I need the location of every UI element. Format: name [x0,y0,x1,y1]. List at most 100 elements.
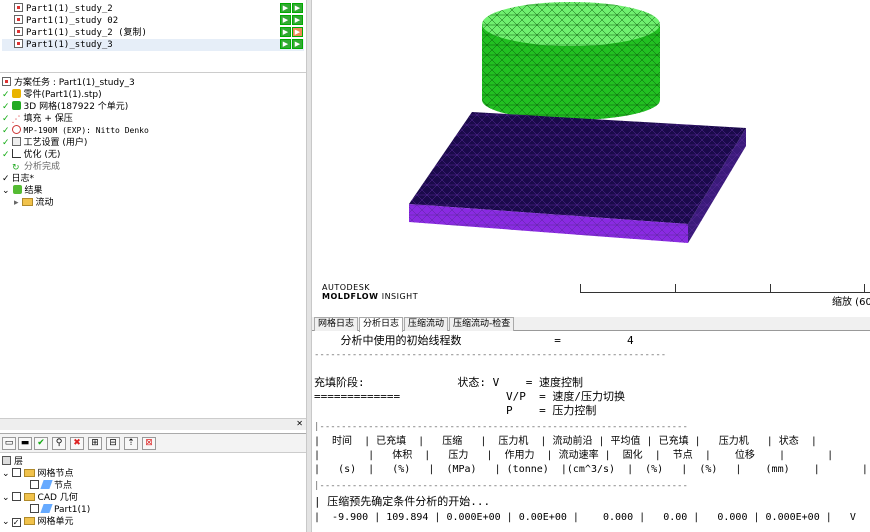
fill-pack-icon: ⋰ [11,115,21,125]
study-status-icon: ▶ [280,15,291,25]
log-line: 充填阶段: 状态: V = 速度控制 [314,376,583,389]
study-status-icon: ▶ [292,27,303,37]
layer-properties-button[interactable]: ⚲ [52,437,66,450]
part-icon [11,89,21,98]
task-results[interactable]: ⌄ 结果 [2,185,43,197]
study-file-icon [14,39,23,48]
checkmark-icon: ✓ [2,102,10,112]
right-panel: AUTODESK MOLDFLOW INSIGHT 缩放 (60 网格日志 分析… [312,0,870,532]
checkmark-icon: ✓ [2,174,10,184]
tab-mesh-log[interactable]: 网格日志 [314,317,359,331]
new-layer-button[interactable]: ▭ [2,437,16,450]
folder-icon [23,493,35,501]
left-panel: Part1(1)_study_2 Part1(1)_study 02 Part1… [0,0,306,532]
task-optimization[interactable]: ✓ 优化 (无) [2,149,60,161]
expand-layer-button[interactable]: ⊞ [88,437,102,450]
clear-layer-button[interactable]: ⊠ [142,437,156,450]
analysis-icon: ↻ [12,163,20,173]
layer-item-icon [40,480,53,489]
log-line: 分析中使用的初始线程数 = 4 [314,334,634,347]
layer-checkbox[interactable] [30,504,39,513]
layer-item[interactable]: ⌄ 网格节点 [2,468,74,480]
task-analysis-complete[interactable]: ↻ 分析完成 [12,161,60,173]
optimization-icon [11,149,21,158]
study-file-icon [14,3,23,12]
study-file-icon [2,77,11,86]
layer-item[interactable]: ⌄ ✓ 网格单元 [2,516,74,528]
horizontal-scrollbar[interactable]: ✕ [0,418,306,430]
study-status-icon: ▶ [280,39,291,49]
task-part[interactable]: ✓ 零件(Part1(1).stp) [2,89,102,101]
study-item[interactable]: Part1(1)_study 02 [14,15,118,27]
log-line: | 压缩预先确定条件分析的开始... [314,495,491,508]
task-fill-pack[interactable]: ✓ ⋰ 填充 + 保压 [2,113,73,125]
study-item[interactable]: Part1(1)_study_2 [14,3,113,15]
plate-part [409,112,746,243]
layer-up-button[interactable]: ⇡ [124,437,138,450]
log-table-header: | | 体积 | 压力 | 作用力 | 流动速率 | 固化 | 节点 | 位移 … [314,450,834,461]
study-status-icon: ▶ [292,15,303,25]
study-item[interactable]: Part1(1)_study_2 (复制) [14,27,147,39]
results-icon [12,185,22,194]
study-status-icon: ▶ [280,27,291,37]
checkmark-icon: ✓ [2,114,10,124]
checkmark-icon: ✓ [2,90,10,100]
task-mesh[interactable]: ✓ 3D 网格(187922 个单元) [2,101,128,113]
tab-compression-flow[interactable]: 压缩流动 [404,317,449,331]
layer-checkbox[interactable]: ✓ [11,518,21,527]
analysis-log-text[interactable]: 分析中使用的初始线程数 = 4 ------------------------… [312,332,870,532]
folder-icon [23,469,35,477]
checkmark-icon: ✓ [2,150,10,160]
model-viewport[interactable]: AUTODESK MOLDFLOW INSIGHT 缩放 (60 [312,0,870,316]
log-tab-bar: 网格日志 分析日志 压缩流动 压缩流动-检查 [312,317,870,332]
close-icon[interactable]: ✕ [296,419,303,428]
layers-toolbar: ▭ ▬ ✔ ⚲ ✖ ⊞ ⊟ ⇡ ⊠ [0,433,306,453]
layers-root: 层 [2,456,23,468]
assign-layer-button[interactable]: ⊟ [106,437,120,450]
material-icon [11,125,21,134]
cylinder-part [482,2,660,120]
folder-icon [21,198,33,206]
study-item-selected[interactable]: Part1(1)_study_3 [2,39,304,51]
layer-item[interactable]: Part1(1) [30,504,90,516]
task-process-settings[interactable]: ✓ 工艺设置 (用户) [2,137,87,149]
task-material[interactable]: ✓ MP-190M (EXP): Nitto Denko [2,125,149,137]
layer-item-icon [40,504,53,513]
study-status-icon: ▶ [292,3,303,13]
layer-checkbox[interactable] [30,480,39,489]
log-table-header: | 时间 | 已充填 | 压缩 | 压力机 | 流动前沿 | 平均值 | 已充填… [314,436,817,447]
log-line: P = 压力控制 [314,404,597,417]
layer-item[interactable]: ⌄ CAD 几何 [2,492,78,504]
layer-checkbox[interactable] [11,492,21,501]
log-line: |---------------------------------------… [314,422,688,432]
tab-compression-flow-check[interactable]: 压缩流动-检查 [449,317,515,331]
layer-button[interactable]: ▬ [18,437,32,450]
log-line: ============= V/P = 速度/压力切换 [314,390,626,403]
log-line: |---------------------------------------… [314,481,688,491]
checkmark-icon: ✓ [2,126,10,136]
mesh-icon [11,101,21,110]
task-log[interactable]: ✓ 日志* [2,173,34,185]
study-file-icon [14,15,23,24]
moldflow-logo-text: MOLDFLOW INSIGHT [322,292,419,301]
autodesk-logo-text: AUTODESK [322,283,371,292]
layer-checkbox[interactable] [11,468,21,477]
tab-analysis-log[interactable]: 分析日志 [359,317,404,332]
study-file-icon [14,27,23,36]
delete-layer-button[interactable]: ✖ [70,437,84,450]
expand-icon[interactable]: ▸ [14,198,19,208]
log-line: ----------------------------------------… [314,350,667,360]
activate-layer-button[interactable]: ✔ [34,437,48,450]
scale-ruler [580,292,870,293]
process-settings-icon [11,137,21,146]
study-status-icon: ▶ [280,3,291,13]
layers-icon [2,456,11,465]
folder-icon [23,517,35,525]
layer-item[interactable]: 节点 [30,480,72,492]
divider [0,72,306,73]
task-flow[interactable]: ▸ 流动 [14,197,54,209]
log-table-row: | -9.900 | 109.894 | 0.000E+00 | 0.00E+0… [314,512,870,523]
collapse-icon[interactable]: ⌄ [2,186,10,196]
checkmark-icon: ✓ [2,138,10,148]
study-status-icon: ▶ [292,39,303,49]
